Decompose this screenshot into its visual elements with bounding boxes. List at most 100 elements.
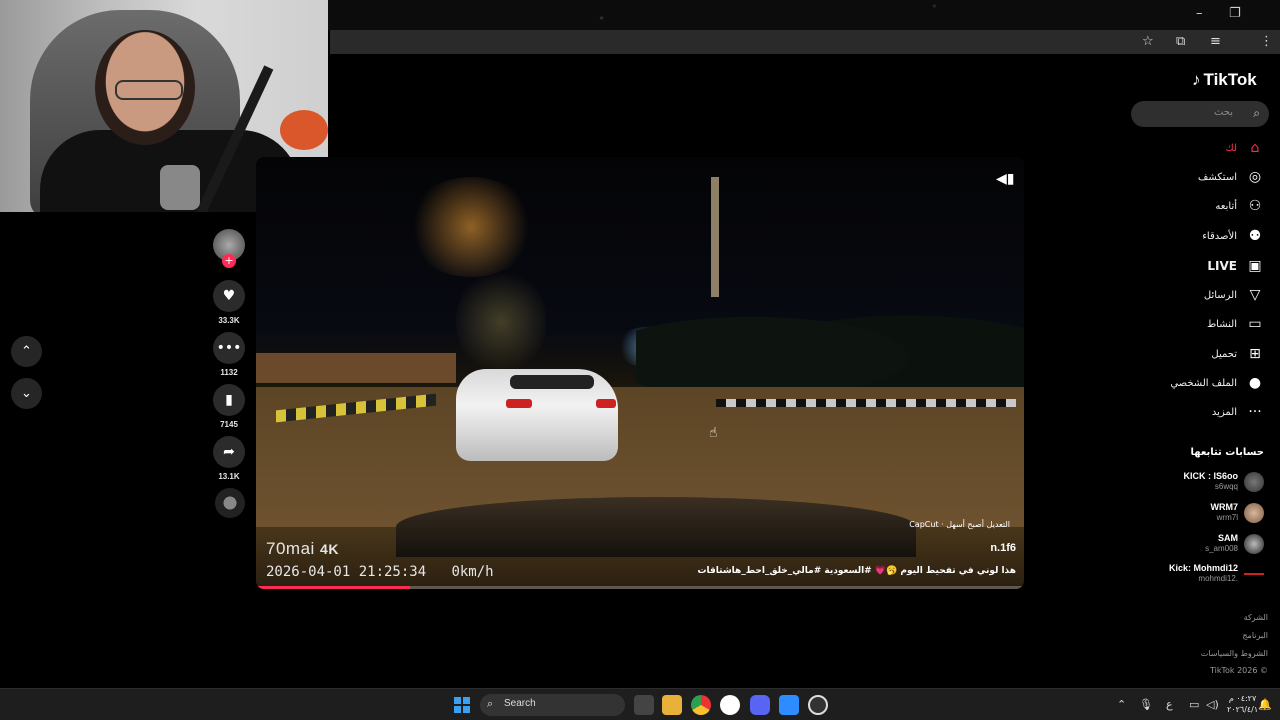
nav-label: الأصدقاء: [1202, 230, 1237, 242]
chrome-icon[interactable]: [691, 695, 711, 715]
account-handle: s_am008: [1205, 544, 1238, 553]
network-icon[interactable]: ▭: [1189, 698, 1199, 711]
share-count: 13.1K: [218, 472, 240, 481]
following-account[interactable]: KICK : IS6oo s6wqq: [1104, 470, 1264, 496]
dashcam-hood: [396, 497, 916, 557]
follow-plus-icon[interactable]: +: [222, 254, 236, 268]
notification-icon[interactable]: 🔔: [1258, 698, 1272, 711]
share-button[interactable]: ➦: [213, 436, 245, 468]
media-icon[interactable]: ≡: [1210, 34, 1221, 49]
tiktok-logo[interactable]: ♪ TikTok: [1192, 70, 1257, 90]
footer-link-company[interactable]: الشركة: [1244, 613, 1268, 622]
car-taillight: [506, 399, 532, 408]
footer-link-terms[interactable]: الشروط والسياسات: [1201, 649, 1268, 658]
dashcam-brand: 70mai 4K: [266, 539, 339, 559]
language-indicator[interactable]: ع: [1166, 698, 1173, 711]
nav-more[interactable]: المزيد ···: [1212, 401, 1264, 423]
like-button[interactable]: ♥: [213, 280, 245, 312]
orange-hat: [280, 110, 328, 150]
tiktok-note-icon: ♪: [1192, 70, 1201, 89]
bookmark-icon: ▮: [225, 392, 233, 408]
nav-friends[interactable]: الأصدقاء ⚉: [1202, 225, 1264, 247]
search-placeholder: بحث: [1213, 107, 1233, 118]
task-view-icon[interactable]: [634, 695, 654, 715]
obs-icon[interactable]: [720, 695, 740, 715]
file-explorer-icon[interactable]: [662, 695, 682, 715]
star-icon[interactable]: ☆: [1142, 34, 1154, 49]
profile-avatar-icon: ●: [1248, 375, 1262, 391]
microphone-icon[interactable]: 🎙: [1139, 698, 1153, 711]
clock[interactable]: ٠٤:٢٧ م ٢٠٢٦/٤/١: [1227, 693, 1258, 715]
like-count: 33.3K: [218, 316, 240, 325]
avatar: [1244, 472, 1264, 492]
nav-label: الملف الشخصي: [1170, 377, 1237, 389]
activity-icon: ▭: [1248, 316, 1262, 332]
white-car: [456, 369, 618, 461]
volume-icon[interactable]: ◀▮: [996, 171, 1014, 187]
video-username[interactable]: n.1f6: [990, 542, 1016, 554]
nav-following[interactable]: أتابعه ⚇: [1215, 195, 1264, 217]
windows-start-icon[interactable]: [454, 697, 470, 713]
comment-icon: •••: [216, 340, 242, 356]
roadside-wall: [256, 353, 456, 383]
following-account[interactable]: Kick: Mohmdi12 mohmdi12.: [1104, 562, 1264, 588]
nav-messages[interactable]: الرسائل ▽: [1204, 284, 1264, 306]
dashcam-timestamp: 2026-04-01 21:25:34 0km/h: [266, 564, 494, 580]
glasses: [115, 80, 183, 100]
taskbar-search[interactable]: ⌕ Search: [480, 694, 625, 716]
volume-icon[interactable]: ◁): [1206, 698, 1219, 711]
nav-explore[interactable]: استكشف ◎: [1198, 166, 1264, 188]
maximize-icon[interactable]: ❐: [1229, 6, 1241, 21]
home-icon: ⌂: [1250, 140, 1260, 156]
extensions-icon[interactable]: ⧉: [1176, 34, 1185, 49]
logo-text: TikTok: [1203, 70, 1257, 89]
discord-icon[interactable]: [750, 695, 770, 715]
progress-fill: [256, 586, 410, 589]
menu-icon[interactable]: ⋮: [1260, 34, 1273, 49]
user-follow-icon: ⚇: [1248, 198, 1262, 214]
account-handle: s6wqq: [1214, 482, 1238, 491]
nav-for-you[interactable]: لك ⌂: [1226, 137, 1264, 159]
search-input[interactable]: بحث ⌕: [1131, 101, 1269, 127]
nav-live[interactable]: LIVE ▣: [1207, 255, 1264, 277]
video-player[interactable]: ◀▮ ☝ 70mai 4K 2026-04-01 21:25:34 0km/h …: [256, 157, 1024, 589]
curb-right: [716, 399, 1016, 407]
taskbar-search-label: Search: [504, 698, 536, 709]
upload-icon: ⊞: [1249, 346, 1261, 362]
capcut-badge[interactable]: CapCut · التعديل أصبح أسهل: [909, 520, 1010, 529]
nav-label: لك: [1225, 142, 1237, 154]
music-disc-icon[interactable]: [215, 488, 245, 518]
following-account[interactable]: SAM s_am008: [1104, 532, 1264, 558]
search-icon[interactable]: ⌕: [1253, 106, 1260, 121]
video-caption: هذا لوني في تفحيط اليوم 🥱💗 #السعودية #ما…: [697, 566, 1016, 576]
next-video-button[interactable]: ⌄: [11, 378, 42, 409]
nav-label: المزيد: [1211, 406, 1237, 418]
footer-link-program[interactable]: البرنامج: [1242, 631, 1268, 640]
nav-activity[interactable]: النشاط ▭: [1207, 313, 1264, 335]
clock-time: ٠٤:٢٧ م: [1228, 694, 1257, 703]
brand-suffix: 4K: [320, 541, 339, 557]
app-icon[interactable]: [808, 695, 828, 715]
comment-button[interactable]: •••: [213, 332, 245, 364]
nav-label: LIVE: [1207, 259, 1237, 273]
nav-label: استكشف: [1198, 171, 1237, 183]
nav-profile[interactable]: الملف الشخصي ●: [1170, 372, 1264, 394]
account-handle: mohmdi12.: [1198, 574, 1238, 583]
car-rear-window: [510, 375, 594, 389]
live-icon: ▣: [1248, 258, 1262, 274]
speed-text: 0km/h: [451, 564, 494, 580]
minimize-icon[interactable]: –: [1196, 6, 1203, 21]
more-icon: ···: [1248, 404, 1262, 420]
address-bar[interactable]: ☆ ⧉ ≡ ⋮: [330, 30, 1280, 54]
following-account[interactable]: WRM7 wrm7l: [1104, 501, 1264, 527]
following-title: حسابات تتابعها: [1190, 447, 1264, 458]
streetlight-glow: [406, 177, 536, 277]
save-button[interactable]: ▮: [213, 384, 245, 416]
previous-video-button[interactable]: ⌃: [11, 336, 42, 367]
clock-date: ٢٠٢٦/٤/١: [1227, 705, 1259, 714]
nav-upload[interactable]: تحميل ⊞: [1211, 343, 1264, 365]
chevron-down-icon: ⌄: [21, 386, 32, 401]
friends-icon: ⚉: [1248, 228, 1262, 244]
zoom-icon[interactable]: [779, 695, 799, 715]
chevron-up-icon[interactable]: ⌃: [1117, 698, 1126, 711]
